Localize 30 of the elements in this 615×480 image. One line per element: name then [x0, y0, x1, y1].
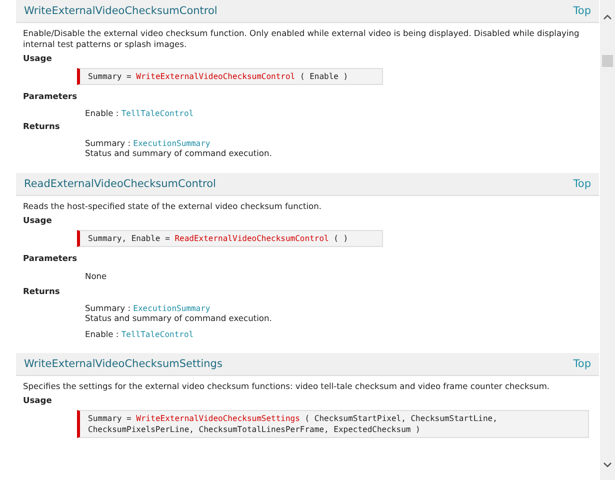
code-block: Summary = WriteExternalVideoChecksumSettings ( ChecksumStartPixel, ChecksumStartLine, ChecksumPixelsPerLine, ChecksumTotalLinesPerFrame, ExpectedChecksum ): [77, 410, 589, 438]
top-link[interactable]: Top: [573, 178, 591, 190]
return-description: Status and summary of command execution.: [85, 313, 273, 324]
parameter-entry: Enable : TellTaleControl: [85, 108, 194, 118]
usage-heading: Usage: [22, 214, 53, 227]
none-text: None: [85, 271, 108, 281]
return-entry: Summary : ExecutionSummary: [85, 303, 210, 313]
usage-heading: Usage: [22, 394, 53, 407]
section-title: ReadExternalVideoChecksumControl: [24, 178, 216, 190]
scrollbar[interactable]: [600, 0, 615, 480]
parameters-heading: Parameters: [22, 252, 78, 265]
parameters-heading: Parameters: [22, 90, 78, 103]
return-entry: Summary : ExecutionSummary: [85, 138, 210, 148]
scroll-down-icon[interactable]: [603, 462, 612, 468]
returns-heading: Returns: [22, 120, 61, 133]
code-block: Summary = WriteExternalVideoChecksumControl ( Enable ): [77, 68, 383, 85]
description-text: Reads the host-specified state of the external video checksum function.: [22, 200, 323, 212]
code-block: Summary, Enable = ReadExternalVideoChecksumControl ( ): [77, 230, 383, 247]
return-description: Status and summary of command execution.: [85, 148, 273, 159]
description-text: Enable/Disable the external video checksum function. Only enabled while external video is being displayed. Disabled while displaying internal test patterns or splash images.: [22, 27, 580, 50]
section-title: WriteExternalVideoChecksumSettings: [24, 358, 222, 370]
returns-heading: Returns: [22, 285, 61, 298]
scroll-up-icon[interactable]: [603, 14, 612, 20]
top-link[interactable]: Top: [573, 358, 591, 370]
usage-heading: Usage: [22, 52, 53, 65]
description-text: Specifies the settings for the external video checksum functions: video tell-tale checksum and video frame counter checksum.: [22, 380, 551, 392]
scroll-thumb[interactable]: [602, 55, 613, 67]
section-title: WriteExternalVideoChecksumControl: [24, 5, 218, 17]
return-entry: Enable : TellTaleControl: [85, 329, 194, 339]
top-link[interactable]: Top: [573, 5, 591, 17]
